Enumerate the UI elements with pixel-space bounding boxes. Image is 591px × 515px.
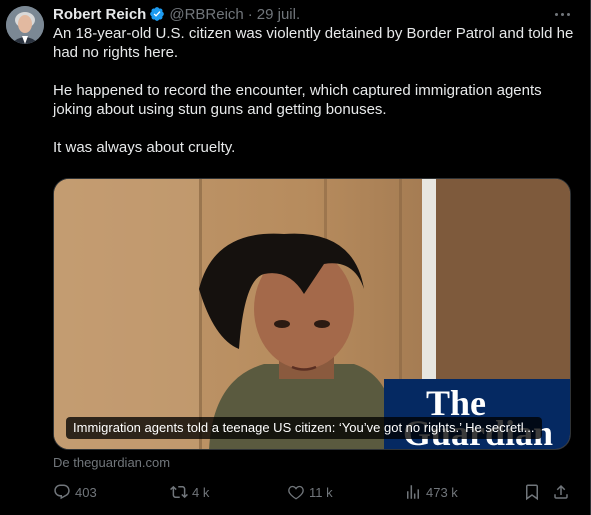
card-title[interactable]: Immigration agents told a teenage US cit… xyxy=(66,417,542,439)
bookmark-icon xyxy=(526,484,538,501)
share-icon xyxy=(554,484,568,499)
tweet-paragraph: It was always about cruelty. xyxy=(53,139,236,156)
card-source[interactable]: De theguardian.com xyxy=(53,455,170,470)
share-button[interactable] xyxy=(552,482,570,502)
tweet-paragraph: An 18-year-old U.S. citizen was violentl… xyxy=(53,25,574,61)
avatar[interactable] xyxy=(6,6,44,44)
views-button[interactable]: 473 k xyxy=(404,482,458,502)
tweet-paragraph: He happened to record the encounter, whi… xyxy=(53,82,542,118)
like-count: 11 k xyxy=(309,484,333,500)
heart-icon xyxy=(288,485,304,500)
tweet-header: Robert Reich @RBReich · 29 juil. xyxy=(53,5,300,23)
action-bar: 403 4 k 11 k 473 k xyxy=(53,482,571,502)
card-image: The Guardian xyxy=(54,179,570,449)
views-count: 473 k xyxy=(426,484,458,500)
reply-button[interactable]: 403 xyxy=(53,482,97,502)
bookmark-button[interactable] xyxy=(523,482,541,502)
author-handle[interactable]: @RBReich xyxy=(169,6,243,23)
repost-count: 4 k xyxy=(192,484,210,500)
views-chart-icon xyxy=(407,485,419,499)
reply-count: 403 xyxy=(75,484,97,500)
verified-badge-icon xyxy=(149,6,165,22)
tweet[interactable]: Robert Reich @RBReich · 29 juil. An 18-y… xyxy=(0,0,591,515)
like-button[interactable]: 11 k xyxy=(287,482,333,502)
more-options-icon[interactable] xyxy=(552,6,572,22)
tweet-date[interactable]: 29 juil. xyxy=(257,6,300,23)
tweet-text: An 18-year-old U.S. citizen was violentl… xyxy=(53,24,578,157)
repost-button[interactable]: 4 k xyxy=(170,482,209,502)
author-name[interactable]: Robert Reich xyxy=(53,6,146,23)
repost-icon xyxy=(170,485,188,499)
separator-dot: · xyxy=(247,5,253,23)
link-card[interactable]: The Guardian Immigration agents told a t… xyxy=(53,178,571,450)
reply-icon xyxy=(54,484,70,500)
